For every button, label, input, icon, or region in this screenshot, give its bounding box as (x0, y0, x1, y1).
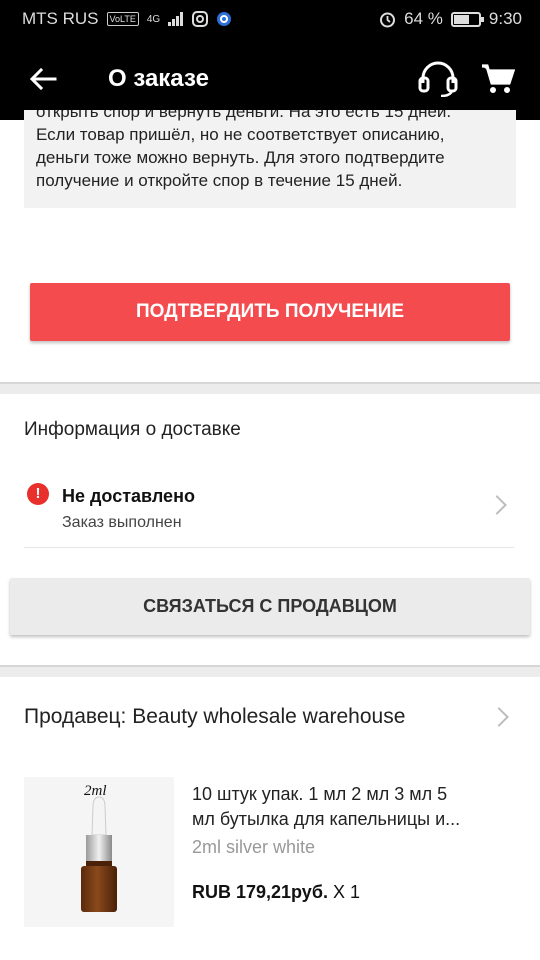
status-bar: MTS RUS VoLTE 4G 64 % 9:30 (0, 0, 540, 38)
signal-icon (168, 12, 184, 26)
section-divider (0, 665, 540, 677)
app-notification-icon (217, 12, 232, 26)
confirm-receipt-button[interactable]: ПОДТВЕРДИТЬ ПОЛУЧЕНИЕ (30, 283, 510, 341)
network-type: 4G (146, 13, 161, 25)
seller-row[interactable]: Продавец: Beauty wholesale warehouse (24, 690, 524, 744)
headset-icon (418, 61, 458, 97)
battery-percent: 64 % (404, 9, 443, 28)
product-title-line: мл бутылка для капельницы и... (192, 809, 461, 829)
clock: 9:30 (488, 9, 522, 28)
product-price: RUB 179,21руб. (192, 882, 328, 902)
support-button[interactable] (408, 38, 468, 120)
alert-icon: ! (27, 483, 49, 505)
notice-line: получение и откройте спор в течение 15 д… (36, 171, 403, 190)
notice-line: Если товар пришёл, но не соответствует о… (36, 125, 445, 144)
cart-button[interactable] (468, 38, 528, 120)
chevron-right-icon (487, 495, 507, 515)
carrier-name: MTS RUS (22, 9, 99, 28)
section-divider (0, 382, 540, 394)
delivery-status-row[interactable]: ! Не доставлено Заказ выполнен (24, 474, 514, 548)
product-quantity: X 1 (327, 882, 360, 902)
app-bar: О заказе (0, 38, 540, 120)
cart-icon (482, 64, 515, 93)
volte-badge: VoLTE (106, 12, 139, 26)
notice-box: открыть спор и вернуть деньги. На это ес… (24, 110, 516, 208)
chevron-right-icon (489, 707, 509, 727)
battery-icon (450, 11, 484, 27)
notice-line: открыть спор и вернуть деньги. На это ес… (36, 110, 452, 121)
notice-text: открыть спор и вернуть деньги. На это ес… (36, 110, 506, 192)
notice-line: деньги тоже можно вернуть. Для этого под… (36, 148, 445, 167)
product-title[interactable]: 10 штук упак. 1 мл 2 мл 3 мл 5 мл бутылк… (192, 782, 512, 832)
back-button[interactable] (0, 38, 86, 120)
product-price-line: RUB 179,21руб. X 1 (192, 882, 360, 903)
status-bar-right: 64 % 9:30 (379, 9, 522, 29)
delivery-section-title: Информация о доставке (24, 419, 241, 440)
arrow-back-icon (29, 67, 57, 91)
page-title: О заказе (108, 65, 209, 92)
product-variant: 2ml silver white (192, 837, 316, 857)
product-title-line: 10 штук упак. 1 мл 2 мл 3 мл 5 (192, 784, 448, 804)
instagram-icon (192, 11, 209, 27)
alarm-icon (380, 12, 396, 27)
delivery-status: Не доставлено (62, 486, 195, 506)
status-bar-left: MTS RUS VoLTE 4G (22, 9, 232, 29)
product-image[interactable]: 2ml (24, 777, 174, 927)
delivery-substatus: Заказ выполнен (62, 514, 182, 531)
seller-name: Продавец: Beauty wholesale warehouse (24, 705, 406, 728)
contact-seller-button[interactable]: СВЯЗАТЬСЯ С ПРОДАВЦОМ (10, 578, 530, 635)
product-image-label: 2ml (84, 783, 107, 799)
